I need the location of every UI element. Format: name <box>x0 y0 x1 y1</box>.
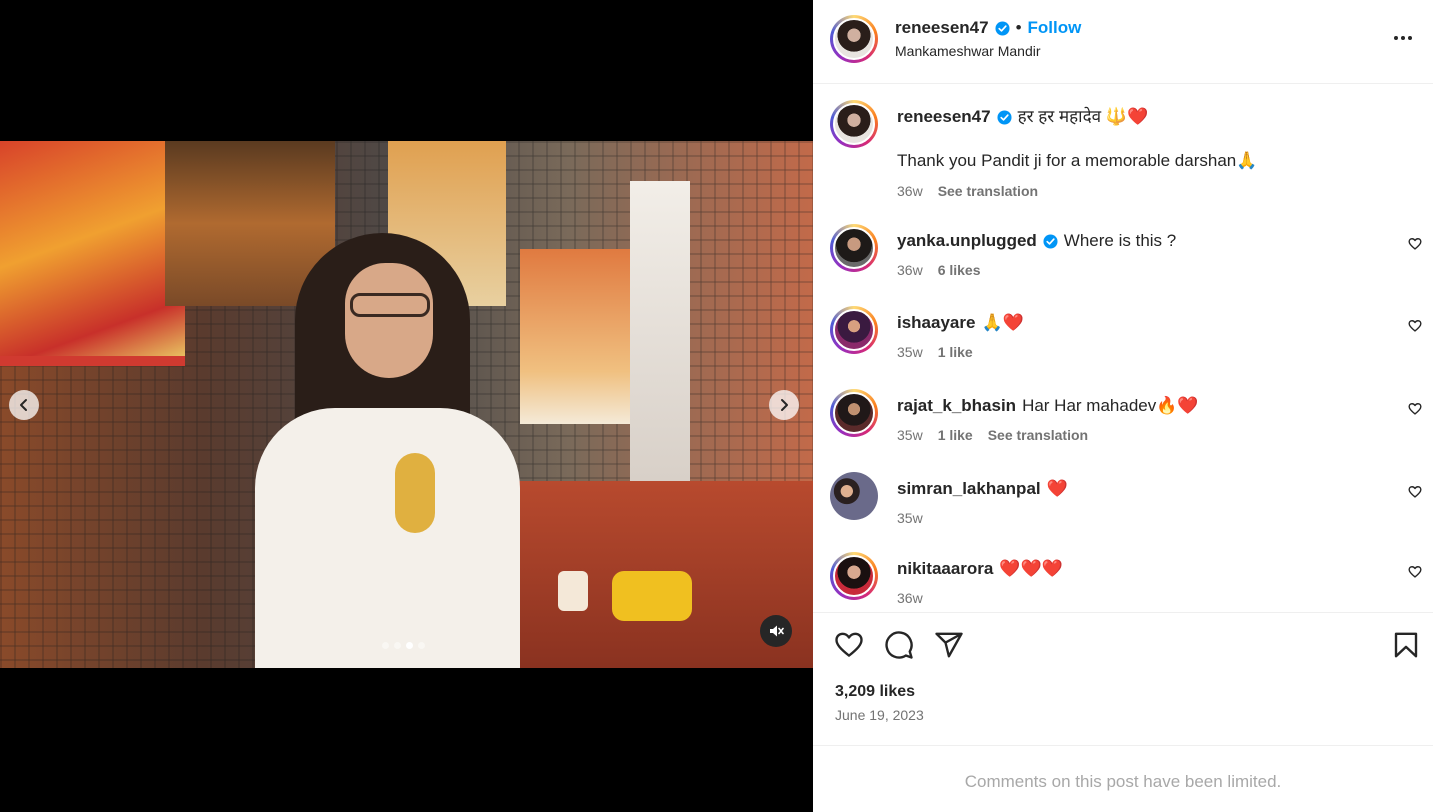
caption-text: हर हर महादेव 🔱❤️ <box>1017 107 1149 126</box>
comment-text: ❤️❤️❤️ <box>999 559 1063 578</box>
comment-row: simran_lakhanpal ❤️ 35w <box>830 472 1422 542</box>
comment-username[interactable]: simran_lakhanpal <box>897 478 1041 500</box>
author-avatar[interactable] <box>830 100 878 148</box>
comments-list[interactable]: reneesen47 हर हर महादेव 🔱❤️ Thank you Pa… <box>813 84 1433 612</box>
chevron-left-icon <box>20 399 27 411</box>
calendar-poster-2 <box>520 249 635 424</box>
post-photo[interactable] <box>0 141 813 668</box>
commenter-avatar[interactable] <box>830 552 878 600</box>
like-button[interactable] <box>834 630 864 660</box>
heart-icon <box>835 632 863 657</box>
share-button[interactable] <box>934 630 964 660</box>
see-translation-link[interactable]: See translation <box>938 183 1038 199</box>
comment-like-heart-icon[interactable] <box>1408 319 1422 333</box>
comment-likes[interactable]: 6 likes <box>938 262 981 278</box>
comment-text: ❤️ <box>1046 479 1068 498</box>
comment-username[interactable]: ishaayare <box>897 312 975 334</box>
carousel-dot <box>406 642 413 649</box>
comment-timestamp[interactable]: 35w <box>897 427 923 443</box>
carousel-dot <box>382 642 389 649</box>
comment-like-heart-icon[interactable] <box>1408 485 1422 499</box>
verified-badge-icon <box>1043 233 1058 249</box>
deity-poster <box>0 141 185 366</box>
caption-username[interactable]: reneesen47 <box>897 106 991 128</box>
comment-row: yanka.unplugged Where is this ? 36w 6 likes <box>830 224 1422 294</box>
post-details-panel: reneesen47 • Follow Mankameshwar Mandir … <box>813 0 1433 812</box>
separator-bullet: • <box>1015 18 1022 37</box>
comment-timestamp[interactable]: 36w <box>897 590 923 606</box>
comment-text: Where is this ? <box>1063 231 1177 250</box>
mute-toggle-button[interactable] <box>760 615 792 647</box>
commenter-avatar[interactable] <box>830 389 878 437</box>
comment-like-heart-icon[interactable] <box>1408 402 1422 416</box>
carousel-next-button[interactable] <box>769 390 799 420</box>
commenter-avatar[interactable] <box>830 224 878 272</box>
comments-limited-notice: Comments on this post have been limited. <box>964 772 1282 791</box>
person <box>255 233 520 668</box>
comment-row: rajat_k_bhasin Har Har mahadev🔥❤️ 35w 1 lik… <box>830 389 1422 459</box>
comment-likes[interactable]: 1 like <box>938 344 973 360</box>
comment-timestamp[interactable]: 36w <box>897 262 923 278</box>
comment-like-heart-icon[interactable] <box>1408 237 1422 251</box>
share-icon <box>935 632 963 658</box>
face <box>345 263 433 378</box>
comment-icon <box>885 631 913 659</box>
author-username[interactable]: reneesen47 <box>895 18 989 38</box>
caption: reneesen47 हर हर महादेव 🔱❤️ Thank you Pa… <box>830 100 1420 210</box>
follow-button[interactable]: Follow <box>1028 18 1082 38</box>
comment-row: ishaayare 🙏❤️ 35w 1 like <box>830 306 1422 376</box>
glasses <box>350 293 430 317</box>
comment-text: Har Har mahadev🔥❤️ <box>1022 396 1199 415</box>
carousel-dot <box>418 642 425 649</box>
verified-badge-icon <box>995 20 1010 36</box>
caption-text-line2: Thank you Pandit ji for a memorable dars… <box>897 151 1258 170</box>
author-avatar[interactable] <box>830 15 878 63</box>
comment-like-heart-icon[interactable] <box>1408 565 1422 579</box>
muted-speaker-icon <box>770 625 784 637</box>
comment-text: 🙏❤️ <box>981 313 1024 332</box>
carousel-prev-button[interactable] <box>9 390 39 420</box>
commenter-avatar[interactable] <box>830 306 878 354</box>
comment-username[interactable]: yanka.unplugged <box>897 230 1037 252</box>
likes-count[interactable]: 3,209 likes <box>835 683 915 701</box>
window-light <box>630 181 690 481</box>
chevron-right-icon <box>781 399 788 411</box>
carousel-indicator <box>382 642 425 649</box>
yellow-cloth <box>612 571 692 621</box>
caption-timestamp[interactable]: 36w <box>897 183 923 199</box>
see-translation-link[interactable]: See translation <box>988 427 1088 443</box>
comment-username[interactable]: rajat_k_bhasin <box>897 395 1016 417</box>
comment-likes[interactable]: 1 like <box>938 427 973 443</box>
commenter-avatar[interactable] <box>830 472 878 520</box>
comment-timestamp[interactable]: 35w <box>897 344 923 360</box>
post-media-pane <box>0 0 813 812</box>
white-outfit <box>255 408 520 668</box>
comment-timestamp[interactable]: 35w <box>897 510 923 526</box>
post-date[interactable]: June 19, 2023 <box>835 707 924 723</box>
comment-username[interactable]: nikitaaarora <box>897 558 993 580</box>
more-options-icon[interactable] <box>1391 28 1415 48</box>
offering <box>395 453 435 533</box>
jar <box>558 571 588 611</box>
save-button[interactable] <box>1391 630 1421 660</box>
post-actions: 3,209 likes June 19, 2023 <box>813 612 1433 746</box>
post-location[interactable]: Mankameshwar Mandir <box>895 43 1041 59</box>
carousel-dot <box>394 642 401 649</box>
post-header: reneesen47 • Follow Mankameshwar Mandir <box>813 0 1433 84</box>
verified-badge-icon <box>997 109 1012 125</box>
bookmark-icon <box>1394 632 1418 658</box>
comment-row: nikitaaarora ❤️❤️❤️ 36w <box>830 552 1422 612</box>
comment-button[interactable] <box>884 630 914 660</box>
